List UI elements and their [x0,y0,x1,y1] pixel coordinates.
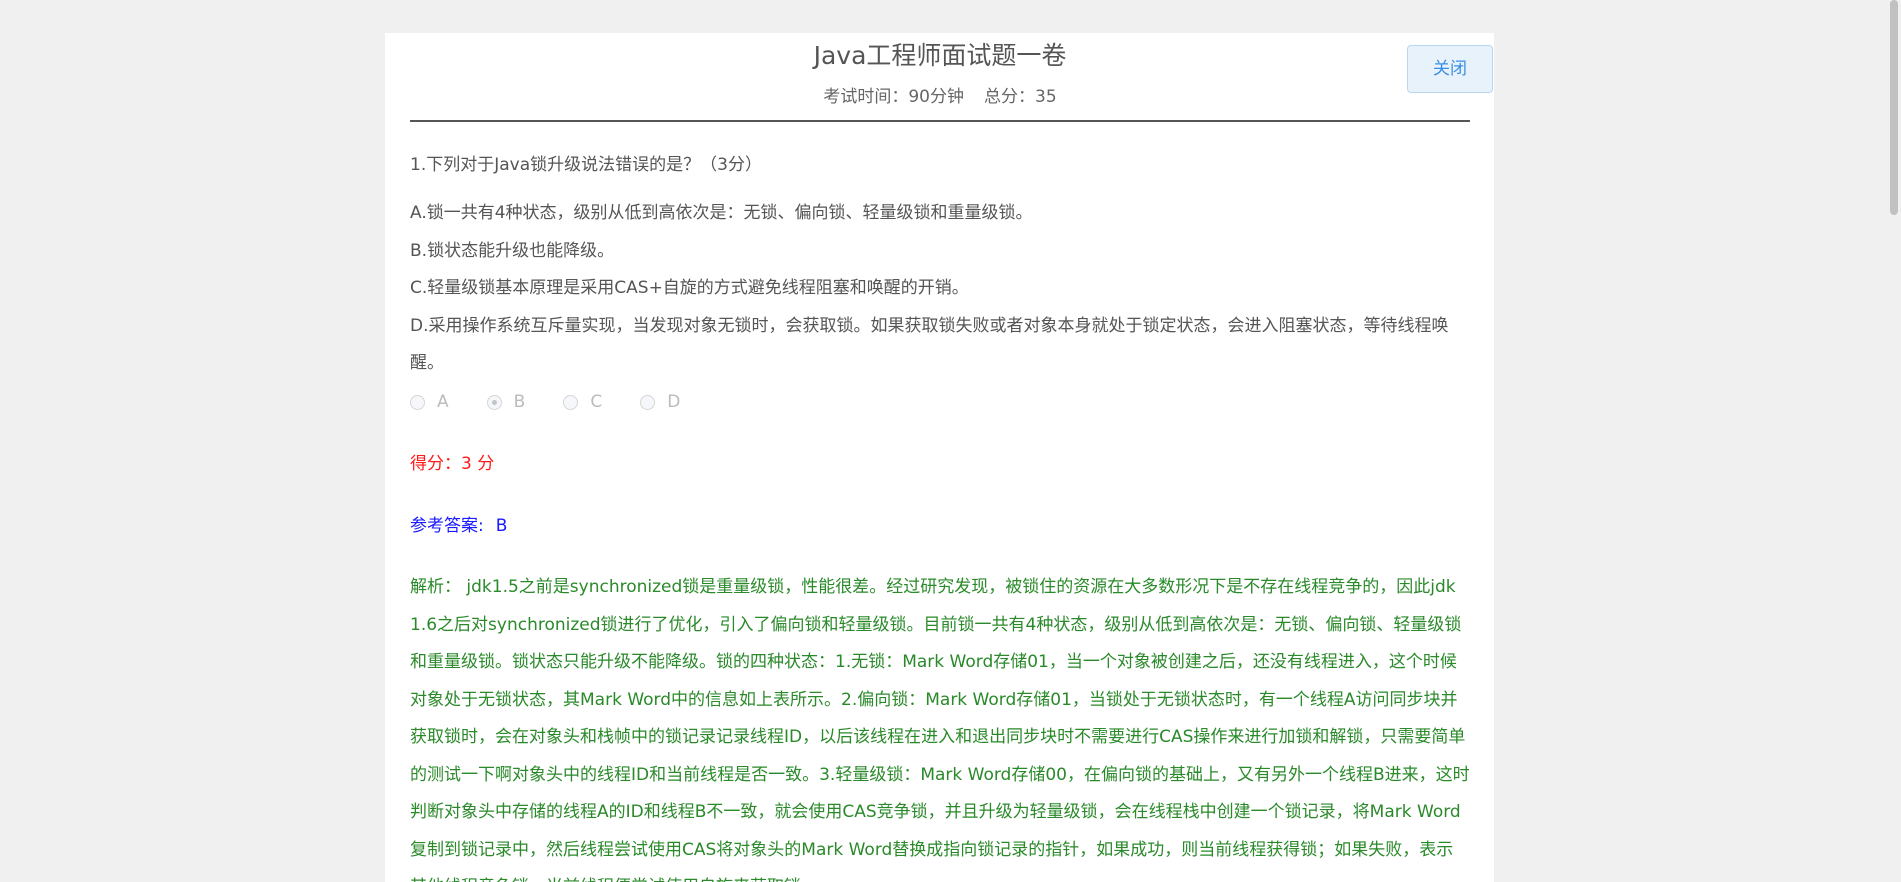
question-text: 1.下列对于Java锁升级说法错误的是？（3分） [410,155,762,175]
radio-circle-icon[interactable] [563,394,579,410]
option-d-text: D.采用操作系统互斥量实现，当发现对象无锁时，会获取锁。如果获取锁失败或者对象本… [410,315,1449,374]
header-divider [410,120,1470,122]
radio-option-a[interactable]: A [410,392,449,412]
radio-option-c[interactable]: C [563,392,602,412]
analysis-text: 解析： jdk1.5之前是synchronized锁是重量级锁，性能很差。经过研… [410,577,1470,882]
radio-option-b[interactable]: B [486,392,526,412]
option-a-text: A.锁一共有4种状态，级别从低到高依次是：无锁、偏向锁、轻量级锁和重量级锁。 [410,203,1033,223]
radio-label: D [667,392,681,412]
exam-total-score: 总分：35 [984,87,1057,107]
close-button[interactable]: 关闭 [1407,45,1493,93]
exam-time: 考试时间：90分钟 [823,87,964,107]
option-c-text: C.轻量级锁基本原理是采用CAS+自旋的方式避免线程阻塞和唤醒的开销。 [410,278,969,298]
exam-title: Java工程师面试题一卷 [813,41,1067,70]
radio-circle-checked-icon[interactable] [486,394,502,410]
option-b-text: B.锁状态能升级也能降级。 [410,240,615,261]
radio-circle-icon[interactable] [640,394,656,410]
exam-meta: 考试时间：90分钟 总分：35 [410,85,1470,109]
exam-paper: Java工程师面试题一卷 考试时间：90分钟 总分：35 关闭 1.下列对于Jav… [385,33,1494,882]
radio-option-d[interactable]: D [640,392,680,412]
scrollbar-thumb[interactable] [1890,0,1898,215]
radio-circle-icon[interactable] [410,394,425,410]
radio-label: B [513,392,526,412]
radio-label: A [437,392,449,412]
score-text: 得分：3 分 [410,454,495,474]
reference-answer-label: 参考答案: [410,516,484,536]
radio-label: C [590,392,603,412]
answer-radio-group: A B C D [410,390,718,414]
reference-answer-value: B [495,516,508,536]
vertical-scrollbar[interactable] [1887,0,1901,882]
question-options: A.锁一共有4种状态，级别从低到高依次是：无锁、偏向锁、轻量级锁和重量级锁。 B… [410,195,1470,383]
reference-answer: 参考答案: B [410,514,507,538]
